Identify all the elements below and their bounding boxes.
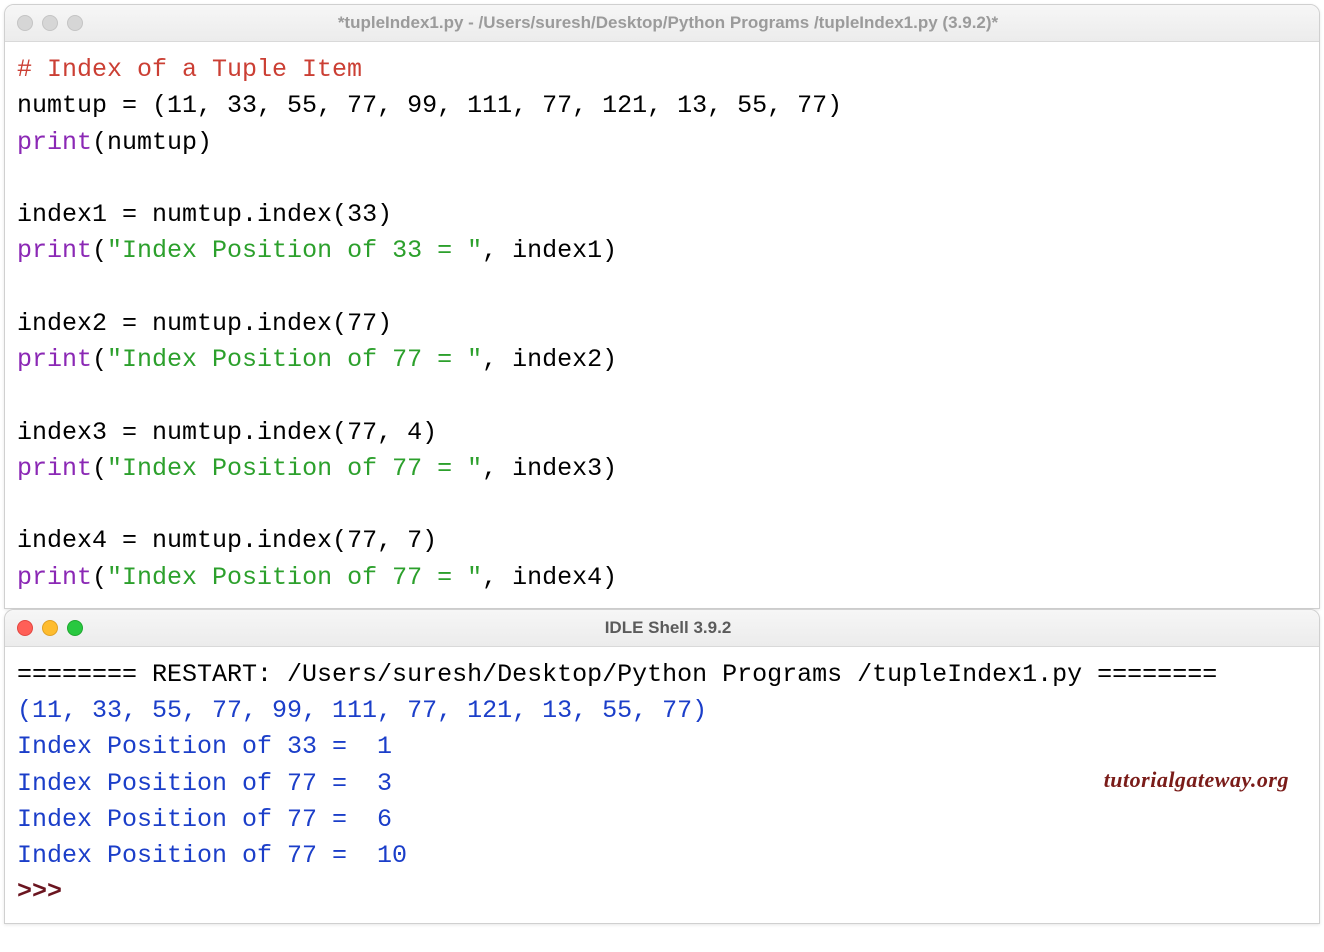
minimize-icon[interactable] — [42, 620, 58, 636]
code-number: 77 — [347, 309, 377, 338]
code-text: , index3) — [482, 454, 617, 483]
shell-output-line: Index Position of 77 = 10 — [17, 841, 407, 870]
code-text: ( — [92, 454, 107, 483]
code-number: 77, 7 — [347, 526, 422, 555]
shell-restart-line: ======== RESTART: /Users/suresh/Desktop/… — [17, 660, 1217, 689]
close-icon[interactable] — [17, 15, 33, 31]
code-text: ) — [422, 418, 437, 447]
shell-titlebar[interactable]: IDLE Shell 3.9.2 — [5, 610, 1319, 647]
code-numbers: 11, 33, 55, 77, 99, 111, 77, 121, 13, 55… — [167, 91, 827, 120]
code-builtin: print — [17, 563, 92, 592]
code-text: ( — [92, 563, 107, 592]
editor-title: *tupleIndex1.py - /Users/suresh/Desktop/… — [83, 13, 1253, 33]
minimize-icon[interactable] — [42, 15, 58, 31]
code-text: (numtup) — [92, 128, 212, 157]
code-text: ( — [92, 236, 107, 265]
code-text: , index2) — [482, 345, 617, 374]
zoom-icon[interactable] — [67, 15, 83, 31]
code-comment: # Index of a Tuple Item — [17, 55, 362, 84]
code-text: numtup = ( — [17, 91, 167, 120]
shell-output-line: Index Position of 33 = 1 — [17, 732, 392, 761]
shell-window: IDLE Shell 3.9.2 ======== RESTART: /User… — [4, 609, 1320, 924]
code-text: index4 = numtup.index( — [17, 526, 347, 555]
shell-output-line: Index Position of 77 = 6 — [17, 805, 392, 834]
watermark-text: tutorialgateway.org — [1104, 767, 1289, 793]
editor-traffic-lights — [17, 15, 83, 31]
shell-output-line: Index Position of 77 = 3 — [17, 769, 392, 798]
code-text: index3 = numtup.index( — [17, 418, 347, 447]
code-number: 77, 4 — [347, 418, 422, 447]
editor-titlebar[interactable]: *tupleIndex1.py - /Users/suresh/Desktop/… — [5, 5, 1319, 42]
code-text: ) — [377, 309, 392, 338]
shell-traffic-lights — [17, 620, 83, 636]
code-text: index2 = numtup.index( — [17, 309, 347, 338]
code-number: 33 — [347, 200, 377, 229]
shell-prompt: >>> — [17, 877, 77, 906]
code-text: ) — [422, 526, 437, 555]
code-builtin: print — [17, 128, 92, 157]
editor-window: *tupleIndex1.py - /Users/suresh/Desktop/… — [4, 4, 1320, 609]
code-text: index1 = numtup.index( — [17, 200, 347, 229]
code-text: ( — [92, 345, 107, 374]
shell-output-line: (11, 33, 55, 77, 99, 111, 77, 121, 13, 5… — [17, 696, 707, 725]
code-string: "Index Position of 77 = " — [107, 563, 482, 592]
shell-title: IDLE Shell 3.9.2 — [83, 618, 1253, 638]
close-icon[interactable] — [17, 620, 33, 636]
editor-code-area[interactable]: # Index of a Tuple Item numtup = (11, 33… — [5, 42, 1319, 608]
code-text: ) — [377, 200, 392, 229]
code-builtin: print — [17, 454, 92, 483]
code-text: , index4) — [482, 563, 617, 592]
code-text: ) — [827, 91, 842, 120]
code-string: "Index Position of 77 = " — [107, 454, 482, 483]
code-builtin: print — [17, 236, 92, 265]
code-text: , index1) — [482, 236, 617, 265]
code-string: "Index Position of 33 = " — [107, 236, 482, 265]
code-builtin: print — [17, 345, 92, 374]
zoom-icon[interactable] — [67, 620, 83, 636]
code-string: "Index Position of 77 = " — [107, 345, 482, 374]
